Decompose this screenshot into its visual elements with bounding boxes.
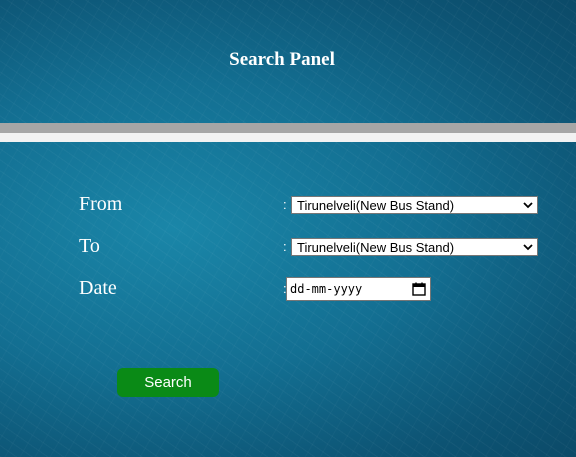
chevron-down-icon [523,244,533,251]
to-select-value: Tirunelveli(New Bus Stand) [297,239,455,255]
to-select[interactable]: Tirunelveli(New Bus Stand) [291,238,538,256]
date-placeholder: dd-mm-yyyy [290,282,363,296]
page-title: Search Panel [229,49,335,70]
date-input[interactable]: dd-mm-yyyy [286,277,431,301]
calendar-icon[interactable] [412,282,426,296]
from-colon: : [283,197,287,212]
date-label: Date [79,277,117,299]
from-label: From [79,193,123,215]
to-label: To [79,235,100,257]
from-select[interactable]: Tirunelveli(New Bus Stand) [291,196,538,214]
chevron-down-icon [523,202,533,209]
divider-white [0,133,576,142]
search-button[interactable]: Search [117,368,219,397]
from-select-value: Tirunelveli(New Bus Stand) [297,197,455,213]
divider-gray [0,123,576,133]
to-colon: : [283,239,287,254]
